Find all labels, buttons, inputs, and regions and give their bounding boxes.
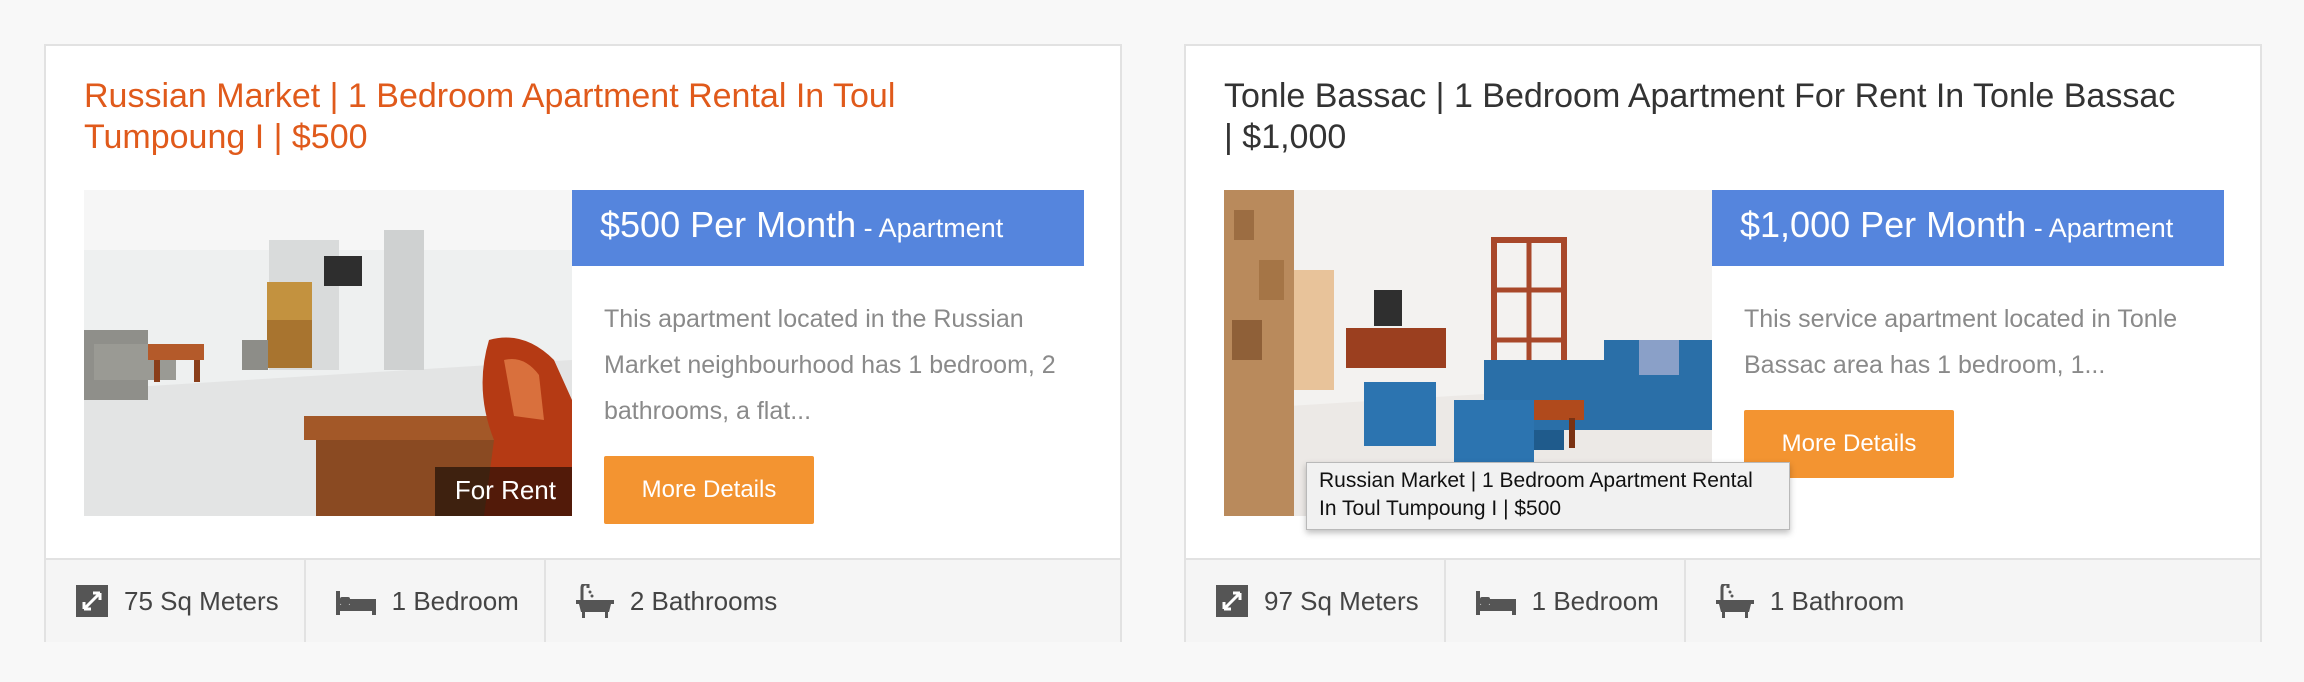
listing-description: This apartment located in the Russian Ma…	[604, 305, 1056, 425]
bedrooms-value: 1 Bedroom	[1531, 585, 1659, 616]
listing-description: This service apartment located in Tonle …	[1744, 305, 2178, 379]
listing-card-russian-market: Russian Market | 1 Bedroom Apartment Ren…	[44, 44, 1122, 642]
expand-area-icon	[1216, 585, 1248, 617]
feature-bathrooms: 2 Bathrooms	[546, 560, 802, 642]
expand-area-icon	[76, 585, 108, 617]
price-bar: $1,000 Per Month - Apartment	[1712, 190, 2224, 266]
price-amount: $1,000 Per Month	[1740, 204, 2027, 245]
property-type: - Apartment	[2026, 213, 2174, 243]
title-tooltip: Russian Market | 1 Bedroom Apartment Ren…	[1306, 462, 1790, 530]
bed-icon	[1475, 587, 1516, 615]
bathrooms-value: 2 Bathrooms	[629, 585, 778, 616]
bathtub-icon	[575, 584, 614, 618]
feature-bedrooms: 1 Bedroom	[306, 560, 546, 642]
listing-title-link[interactable]: Russian Market | 1 Bedroom Apartment Ren…	[84, 76, 1044, 158]
listing-card-tonle-bassac: Tonle Bassac | 1 Bedroom Apartment For R…	[1184, 44, 2262, 642]
feature-area: 75 Sq Meters	[46, 560, 306, 642]
bathtub-icon	[1715, 584, 1754, 618]
price-bar: $500 Per Month - Apartment	[572, 190, 1084, 266]
feature-area: 97 Sq Meters	[1186, 560, 1446, 642]
feature-bathrooms: 1 Bathroom	[1686, 560, 1929, 642]
bedrooms-value: 1 Bedroom	[391, 585, 519, 616]
area-value: 75 Sq Meters	[124, 585, 279, 616]
listing-features: 97 Sq Meters 1 Bedroom 1 Bathroom	[1186, 558, 2260, 642]
feature-bedrooms: 1 Bedroom	[1446, 560, 1686, 642]
bed-icon	[335, 587, 376, 615]
area-value: 97 Sq Meters	[1264, 585, 1419, 616]
property-type: - Apartment	[856, 213, 1004, 243]
listing-photo[interactable]: For Rent	[84, 190, 572, 516]
more-details-button[interactable]: More Details	[604, 456, 814, 524]
bathrooms-value: 1 Bathroom	[1769, 585, 1905, 616]
price-amount: $500 Per Month	[600, 204, 857, 245]
for-rent-badge: For Rent	[434, 467, 572, 516]
listing-features: 75 Sq Meters 1 Bedroom 2 Bathrooms	[46, 558, 1120, 642]
listing-title-link[interactable]: Tonle Bassac | 1 Bedroom Apartment For R…	[1224, 76, 2184, 158]
